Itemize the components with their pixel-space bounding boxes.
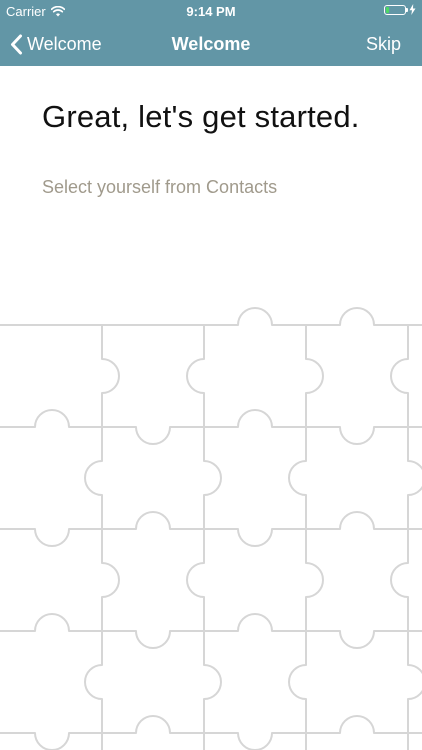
jigsaw-puzzle-background (0, 307, 422, 750)
screen: Carrier 9:14 PM Welcome Welcome Skip Gre… (0, 0, 422, 750)
battery-icon (384, 4, 408, 15)
status-right (384, 4, 416, 15)
skip-button[interactable]: Skip (366, 22, 401, 66)
status-bar: Carrier 9:14 PM (0, 0, 422, 22)
status-time: 9:14 PM (186, 4, 236, 19)
puzzle-outline (0, 307, 422, 750)
back-label: Welcome (27, 33, 102, 54)
select-from-contacts-link[interactable]: Select yourself from Contacts (42, 177, 277, 198)
bolt-icon (409, 4, 416, 15)
chevron-left-icon (11, 34, 22, 54)
back-button[interactable]: Welcome (10, 22, 102, 66)
battery-fill (386, 6, 389, 13)
nav-bar: Welcome Welcome Skip (0, 22, 422, 66)
page-headline: Great, let's get started. (42, 99, 360, 134)
header: Carrier 9:14 PM Welcome Welcome Skip (0, 0, 422, 66)
